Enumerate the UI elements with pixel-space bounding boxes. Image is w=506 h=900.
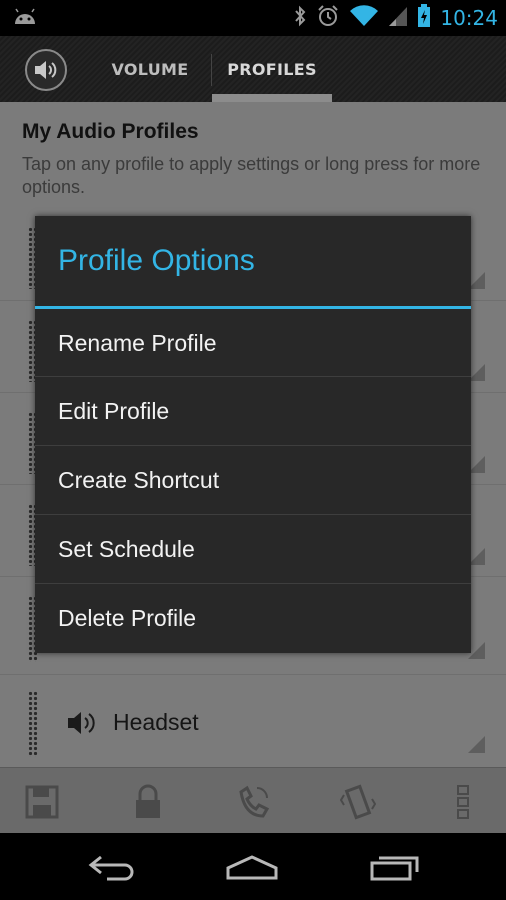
tab-profiles[interactable]: PROFILES <box>212 36 332 102</box>
vibrate-icon[interactable] <box>338 782 378 822</box>
app-speaker-icon[interactable] <box>25 49 67 91</box>
save-icon[interactable] <box>22 782 62 822</box>
back-icon[interactable] <box>82 851 142 883</box>
page-subtitle: Tap on any profile to apply settings or … <box>22 154 481 197</box>
bottom-action-bar <box>0 767 506 833</box>
home-icon[interactable] <box>222 851 282 883</box>
row-divider <box>0 674 506 675</box>
menu-item-delete-profile[interactable]: Delete Profile <box>35 584 471 652</box>
phone-vibrate-icon[interactable] <box>233 782 273 822</box>
overflow-menu-icon[interactable] <box>443 782 483 822</box>
bluetooth-icon <box>293 5 307 31</box>
menu-item-create-shortcut[interactable]: Create Shortcut <box>35 446 471 514</box>
signal-icon <box>388 5 408 31</box>
row-corner-indicator <box>468 736 485 753</box>
profile-options-dialog: Profile Options Rename Profile Edit Prof… <box>35 216 471 653</box>
menu-item-set-schedule[interactable]: Set Schedule <box>35 515 471 583</box>
dialog-title: Profile Options <box>58 244 255 277</box>
profile-headset[interactable]: Headset <box>113 709 199 736</box>
recent-apps-icon[interactable] <box>365 851 425 883</box>
status-bar: 10:24 <box>0 0 506 36</box>
alarm-icon <box>316 4 340 32</box>
menu-item-rename-profile[interactable]: Rename Profile <box>35 309 471 377</box>
tab-volume[interactable]: VOLUME <box>90 36 210 102</box>
menu-item-edit-profile[interactable]: Edit Profile <box>35 377 471 445</box>
android-icon <box>12 6 38 32</box>
wifi-icon <box>349 5 379 31</box>
page-title: My Audio Profiles <box>22 120 199 143</box>
action-bar: VOLUME PROFILES <box>0 36 506 102</box>
lock-icon[interactable] <box>128 782 168 822</box>
navigation-bar <box>0 833 506 900</box>
clock: 10:24 <box>440 6 498 30</box>
speaker-icon <box>66 708 100 742</box>
tab-selected-indicator <box>212 94 332 102</box>
battery-icon <box>417 4 431 32</box>
drag-handle[interactable] <box>28 691 38 757</box>
